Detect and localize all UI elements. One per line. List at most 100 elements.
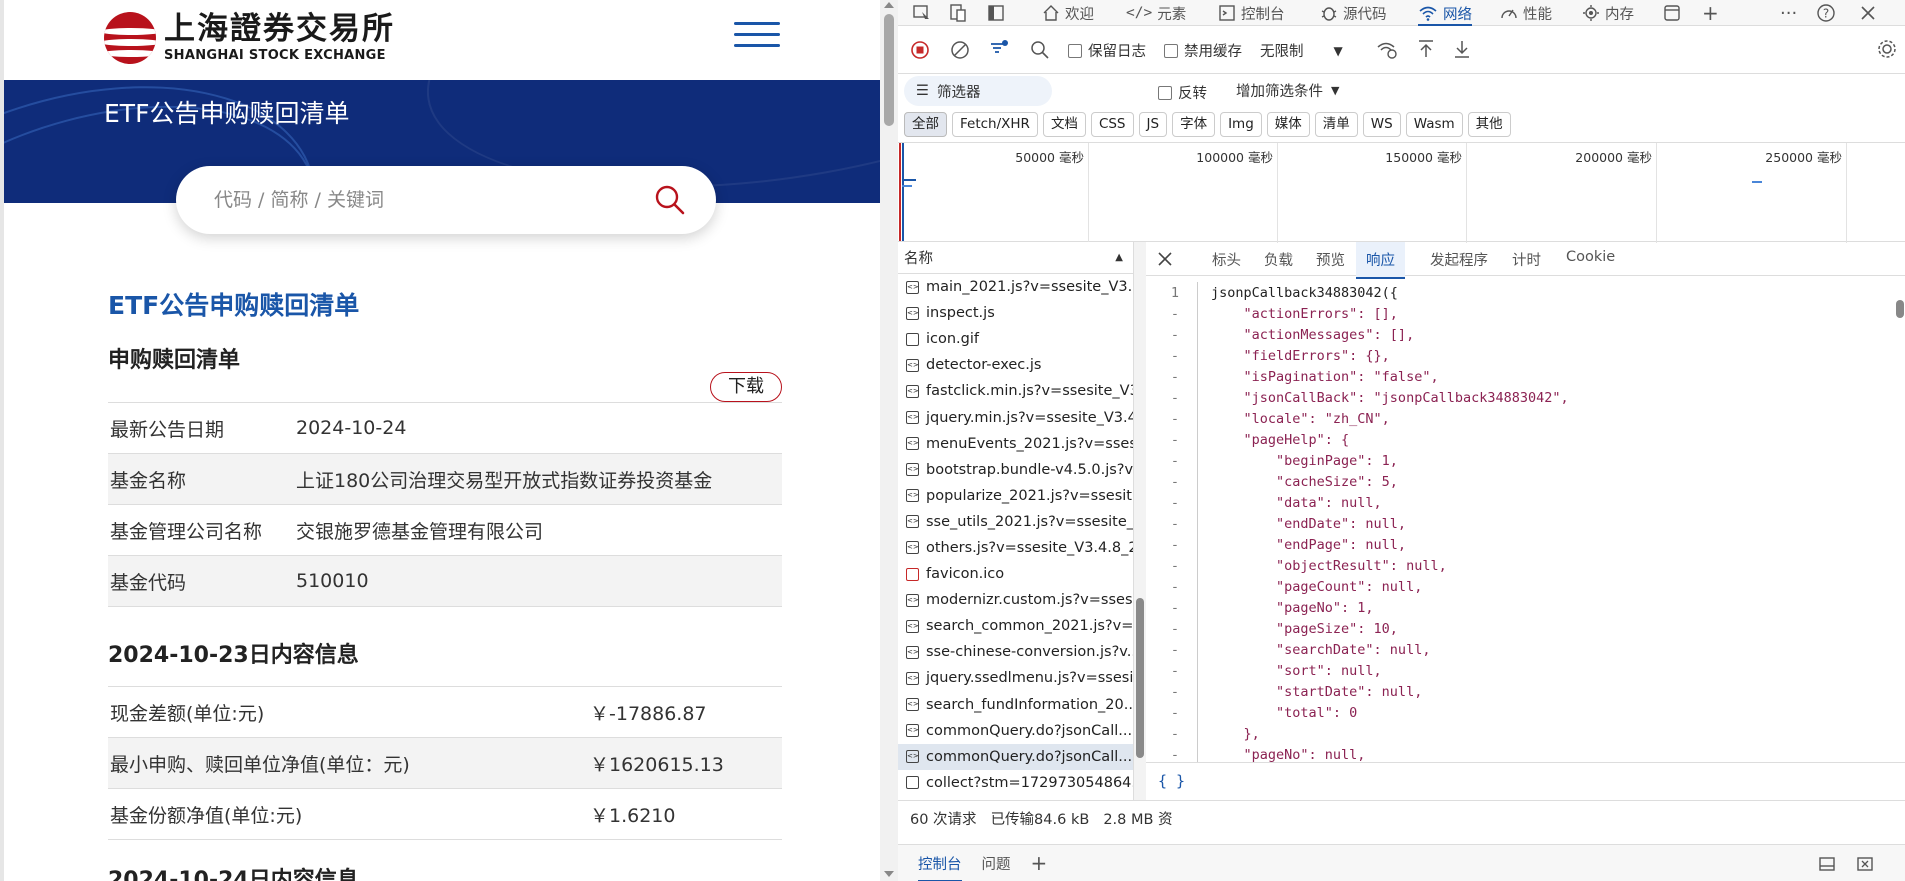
chip-font[interactable]: 字体 bbox=[1172, 112, 1216, 137]
request-row[interactable]: <> sse_utils_2021.js?v=ssesite_... bbox=[898, 509, 1133, 535]
response-code-viewer[interactable]: 1 jsonpCallback34883042({- "actionErrors"… bbox=[1146, 282, 1905, 762]
chip-media[interactable]: 媒体 bbox=[1266, 112, 1310, 137]
request-row[interactable]: <> search_fundInformation_20... bbox=[898, 692, 1133, 718]
chip-wasm[interactable]: Wasm bbox=[1405, 112, 1463, 137]
tab-memory[interactable]: 内存 bbox=[1582, 2, 1634, 24]
chip-other[interactable]: 其他 bbox=[1467, 112, 1511, 137]
more-filters-dropdown[interactable]: 增加筛选条件 ▼ bbox=[1236, 80, 1339, 101]
preserve-log-checkbox[interactable]: 保留日志 bbox=[1068, 40, 1146, 61]
request-row[interactable]: <> fastclick.min.js?v=ssesite_V3... bbox=[898, 378, 1133, 404]
dock-icon[interactable] bbox=[986, 3, 1006, 23]
request-row[interactable]: <> sse-chinese-conversion.js?v... bbox=[898, 639, 1133, 665]
row-value: 交银施罗德基金管理有限公司 bbox=[296, 520, 544, 543]
dock-drawer-icon[interactable] bbox=[1818, 855, 1836, 873]
scrollbar-thumb[interactable] bbox=[884, 14, 894, 126]
code-scrollbar[interactable] bbox=[1895, 282, 1905, 762]
code-text: "locale": "zh_CN", bbox=[1211, 410, 1390, 427]
tab-network[interactable]: 网络 bbox=[1418, 2, 1472, 26]
request-row[interactable]: <> others.js?v=ssesite_V3.4.8_2... bbox=[898, 535, 1133, 561]
application-icon[interactable] bbox=[1662, 3, 1682, 23]
network-overview-timeline[interactable]: 50000 毫秒 100000 毫秒 150000 毫秒 200000 毫秒 2… bbox=[898, 142, 1905, 243]
scrollbar-thumb[interactable] bbox=[1136, 598, 1144, 758]
request-row[interactable]: <> search_common_2021.js?v=... bbox=[898, 613, 1133, 639]
chip-doc[interactable]: 文档 bbox=[1042, 112, 1086, 137]
search-box[interactable] bbox=[176, 166, 716, 234]
request-name: main_2021.js?v=ssesite_V3.... bbox=[926, 279, 1133, 296]
settings-gear-icon[interactable] bbox=[1876, 38, 1898, 60]
table-row: 基金份额净值(单位:元) ￥1.6210 bbox=[108, 789, 782, 840]
scroll-up-icon[interactable] bbox=[884, 2, 894, 8]
memory-icon bbox=[1583, 5, 1599, 21]
tab-payload[interactable]: 负载 bbox=[1264, 249, 1293, 270]
drawer-tab-issues[interactable]: 问题 bbox=[982, 853, 1011, 874]
download-button[interactable]: 下载 bbox=[710, 372, 782, 402]
request-row[interactable]: collect?stm=172973054864... bbox=[898, 770, 1133, 796]
drawer-tab-console[interactable]: 控制台 bbox=[918, 853, 962, 881]
tab-sources[interactable]: 源代码 bbox=[1320, 2, 1387, 24]
request-row[interactable]: favicon.ico bbox=[898, 561, 1133, 587]
chip-manifest[interactable]: 清单 bbox=[1314, 112, 1358, 137]
more-icon[interactable]: ··· bbox=[1780, 2, 1797, 24]
tab-headers[interactable]: 标头 bbox=[1212, 249, 1241, 270]
add-drawer-tab-icon[interactable]: + bbox=[1031, 851, 1048, 875]
request-row[interactable]: <> modernizr.custom.js?v=sses... bbox=[898, 587, 1133, 613]
menu-icon[interactable] bbox=[734, 22, 780, 48]
network-conditions-icon[interactable] bbox=[1376, 40, 1398, 60]
record-icon[interactable] bbox=[910, 40, 930, 60]
close-icon[interactable] bbox=[1158, 252, 1172, 266]
tab-initiator[interactable]: 发起程序 bbox=[1430, 249, 1488, 270]
request-row[interactable]: <> commonQuery.do?jsonCall... bbox=[898, 718, 1133, 744]
chip-all[interactable]: 全部 bbox=[904, 112, 947, 137]
line-number: - bbox=[1170, 536, 1179, 553]
close-drawer-icon[interactable] bbox=[1856, 855, 1874, 873]
request-row[interactable]: <> jquery.min.js?v=ssesite_V3.4... bbox=[898, 404, 1133, 430]
request-row[interactable]: <> jquery.ssedlmenu.js?v=ssesi... bbox=[898, 665, 1133, 691]
page-scrollbar[interactable] bbox=[880, 0, 898, 881]
filter-icon[interactable] bbox=[988, 38, 1010, 60]
add-tab-icon[interactable]: + bbox=[1702, 1, 1719, 25]
chip-css[interactable]: CSS bbox=[1090, 112, 1134, 137]
filter-input[interactable]: ☰ 筛选器 bbox=[904, 76, 1052, 106]
search-input[interactable] bbox=[214, 189, 634, 211]
inspect-icon[interactable] bbox=[912, 3, 932, 23]
pretty-print-button[interactable]: { } bbox=[1146, 762, 1905, 798]
request-row[interactable]: icon.gif bbox=[898, 326, 1133, 352]
request-row[interactable]: <> main_2021.js?v=ssesite_V3.... bbox=[898, 274, 1133, 300]
tab-timing[interactable]: 计时 bbox=[1512, 249, 1541, 270]
request-row[interactable]: <> menuEvents_2021.js?v=sses... bbox=[898, 431, 1133, 457]
help-icon[interactable]: ? bbox=[1816, 3, 1836, 23]
tab-response[interactable]: 响应 bbox=[1356, 242, 1405, 279]
tab-preview[interactable]: 预览 bbox=[1316, 249, 1345, 270]
chip-ws[interactable]: WS bbox=[1362, 112, 1401, 137]
request-row[interactable]: <> inspect.js bbox=[898, 300, 1133, 326]
tab-elements[interactable]: </> 元素 bbox=[1126, 2, 1186, 24]
close-devtools-icon[interactable] bbox=[1858, 3, 1878, 23]
disable-cache-checkbox[interactable]: 禁用缓存 bbox=[1164, 40, 1242, 61]
request-list-scrollbar[interactable] bbox=[1134, 242, 1146, 800]
tab-performance[interactable]: 性能 bbox=[1500, 2, 1552, 24]
search-icon[interactable] bbox=[1030, 40, 1050, 60]
search-icon[interactable] bbox=[654, 184, 686, 216]
clear-icon[interactable] bbox=[950, 40, 970, 60]
tab-cookies[interactable]: Cookie bbox=[1566, 249, 1615, 265]
import-har-icon[interactable] bbox=[1416, 38, 1436, 60]
chip-img[interactable]: Img bbox=[1220, 112, 1262, 137]
chip-fetch-xhr[interactable]: Fetch/XHR bbox=[952, 112, 1038, 137]
throttle-select[interactable]: 无限制 ▼ bbox=[1260, 40, 1343, 61]
request-row[interactable]: <> bootstrap.bundle-v4.5.0.js?v... bbox=[898, 457, 1133, 483]
invert-checkbox[interactable]: 反转 bbox=[1158, 82, 1207, 103]
request-row[interactable]: <> detector-exec.js bbox=[898, 352, 1133, 378]
scroll-down-icon[interactable] bbox=[884, 871, 894, 877]
tab-console[interactable]: 控制台 bbox=[1218, 2, 1285, 24]
sse-logo[interactable]: 上海證券交易所 SHANGHAI STOCK EXCHANGE bbox=[104, 12, 395, 64]
code-text: "actionErrors": [], bbox=[1211, 305, 1398, 322]
code-line: - "jsonCallBack": "jsonpCallback34883042… bbox=[1146, 387, 1905, 408]
scrollbar-thumb[interactable] bbox=[1896, 300, 1904, 318]
tab-welcome[interactable]: 欢迎 bbox=[1042, 2, 1094, 24]
name-column-header[interactable]: 名称 ▲ bbox=[898, 242, 1133, 274]
request-row[interactable]: <> popularize_2021.js?v=ssesit... bbox=[898, 483, 1133, 509]
chip-js[interactable]: JS bbox=[1138, 112, 1168, 137]
request-row[interactable]: <> commonQuery.do?jsonCall... bbox=[898, 743, 1133, 770]
device-icon[interactable] bbox=[948, 3, 968, 23]
export-har-icon[interactable] bbox=[1452, 38, 1472, 60]
